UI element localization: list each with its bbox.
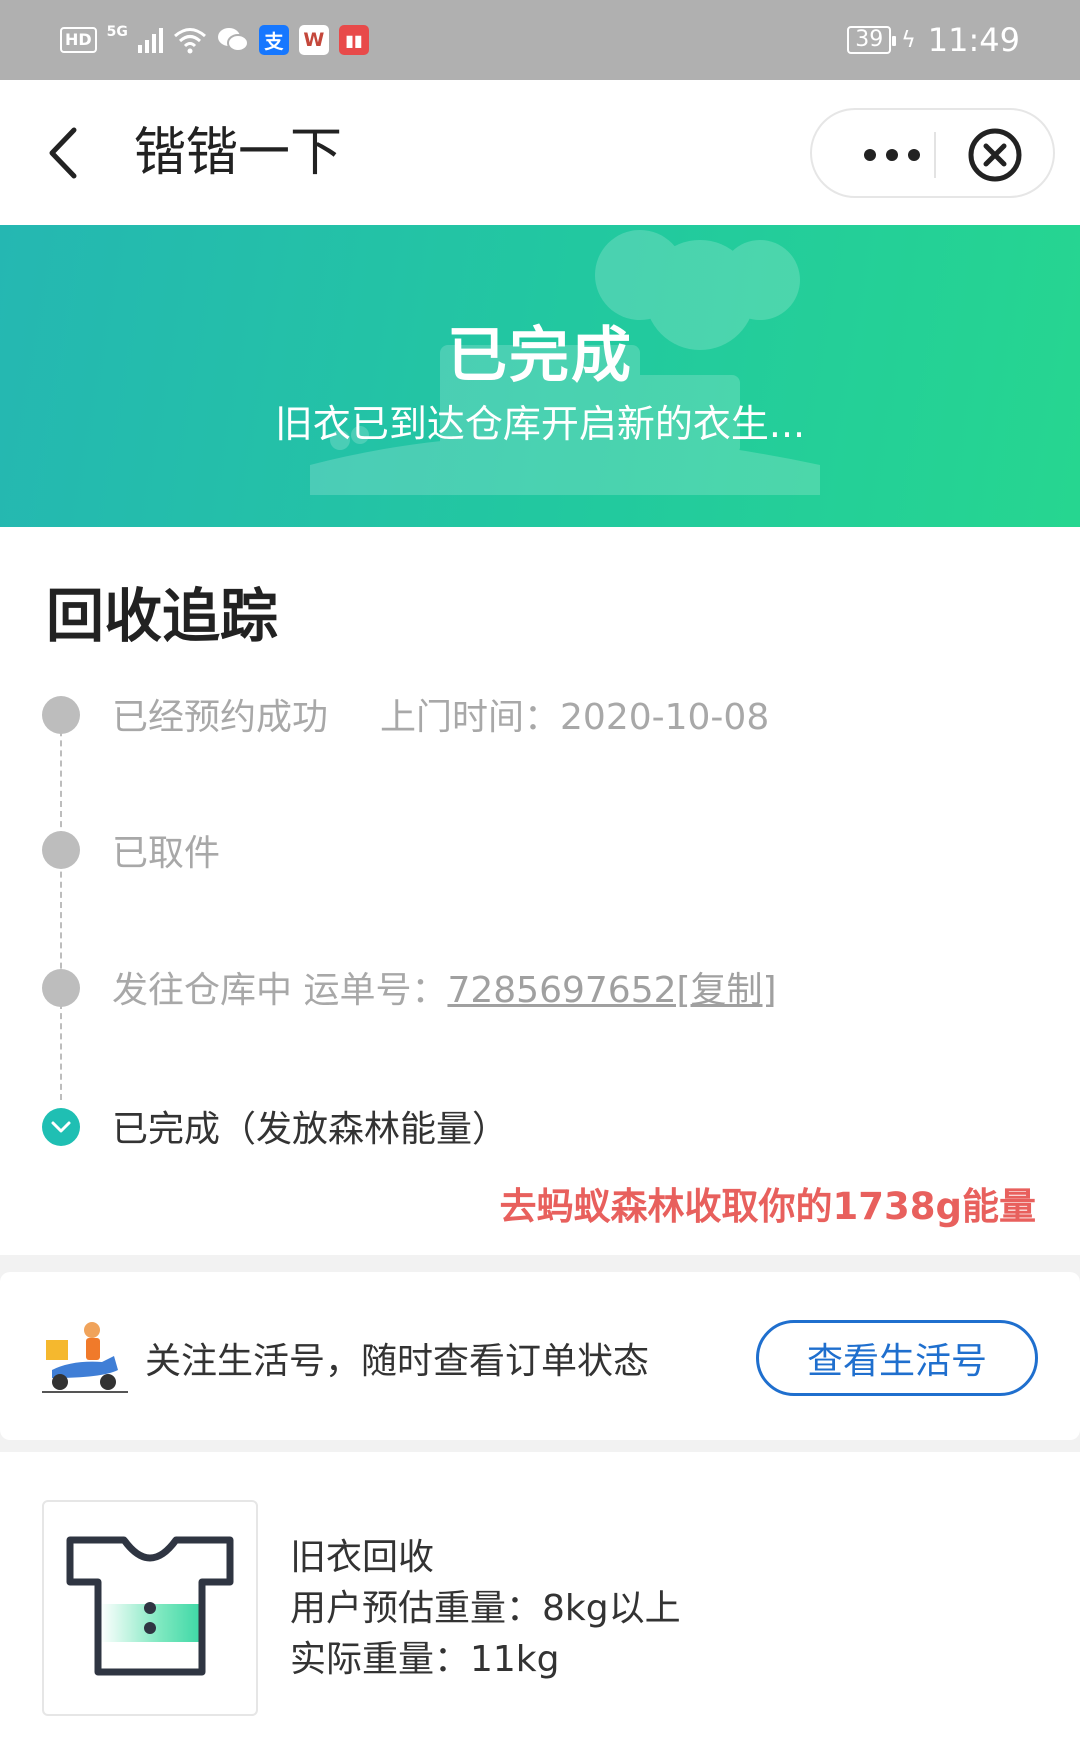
step-booked: 已经预约成功 上门时间：2020-10-08 [112,688,769,740]
more-icon[interactable] [852,130,932,180]
step-dot-picked-up [42,831,80,869]
wifi-icon [173,28,206,54]
step-completed: 已完成（发放森林能量） [112,1109,509,1150]
item-estimated-weight: 用户预估重量：8kg以上 [290,1588,681,1629]
status-banner: 已完成 旧衣已到达仓库开启新的衣生... [0,225,1080,527]
timeline-line [60,710,62,1100]
nav-bar: 锴锴一下 [0,80,1080,225]
item-name: 旧衣回收 [290,1537,435,1578]
step-dot-shipping [42,969,80,1007]
status-bar-right: 39 ϟ 11:49 [847,18,1020,62]
status-bar-left: HD 5G 支 W ▮▮ [60,20,369,60]
close-icon[interactable] [967,127,1023,183]
banner-subtitle: 旧衣已到达仓库开启新的衣生... [274,402,806,446]
step-dot-completed [42,1108,80,1146]
step-shipping: 发往仓库中 运单号：7285697652[复制] [112,961,777,1013]
status-bar: HD 5G 支 W ▮▮ 39 ϟ 11:49 [0,0,1080,80]
tracking-title: 回收追踪 [46,582,279,650]
network-type: 5G [106,24,128,40]
tshirt-icon [66,1536,234,1676]
wechat-icon [217,28,249,52]
banner-title: 已完成 [447,321,633,391]
book-icon: ▮▮ [338,25,369,55]
step-label: 发往仓库中 运单号： [112,970,448,1011]
item-actual-weight: 实际重量：11kg [290,1639,560,1680]
scooter-icon [42,1322,128,1393]
back-icon[interactable] [40,118,90,188]
step-label: 已经预约成功 [112,697,329,738]
waybill-copy-link[interactable]: 7285697652[复制] [447,970,776,1011]
check-icon [51,1121,71,1133]
signal-icon [137,27,163,53]
item-card: 旧衣回收 用户预估重量：8kg以上 实际重量：11kg [0,1452,1080,1746]
item-details: 旧衣回收 用户预估重量：8kg以上 实际重量：11kg [290,1532,681,1685]
hd-indicator: HD [60,27,97,53]
alipay-icon: 支 [258,25,289,55]
follow-card: 关注生活号，随时查看订单状态 查看生活号 [0,1272,1080,1440]
step-picked-up: 已取件 [112,833,221,874]
capsule-divider [934,132,936,178]
wps-icon: W [298,25,329,55]
battery-icon: 39 [847,26,897,54]
visit-time: 上门时间：2020-10-08 [380,697,770,738]
step-dot-booked [42,696,80,734]
clock: 11:49 [927,21,1020,59]
mini-program-capsule [810,108,1055,198]
view-life-account-button[interactable]: 查看生活号 [756,1320,1038,1396]
follow-text: 关注生活号，随时查看订单状态 [145,1341,650,1382]
energy-link[interactable]: 去蚂蚁森林收取你的1738g能量 [500,1176,1036,1230]
page-title: 锴锴一下 [134,123,343,183]
charging-icon: ϟ [901,27,916,53]
item-thumbnail [42,1500,258,1716]
